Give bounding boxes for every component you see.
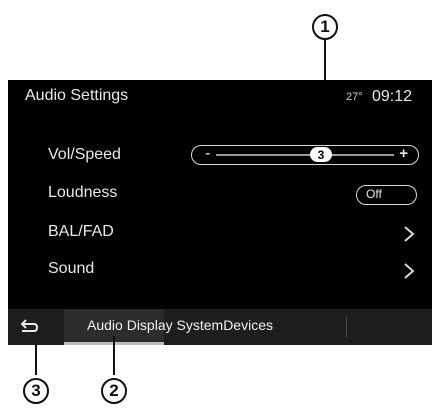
- chevron-right-icon[interactable]: [402, 225, 416, 243]
- decrease-button[interactable]: -: [205, 145, 210, 163]
- increase-button[interactable]: +: [399, 145, 408, 162]
- loudness-toggle[interactable]: Off: [356, 185, 417, 205]
- callout-3: 3: [23, 378, 49, 404]
- tab-display[interactable]: Display: [127, 317, 173, 333]
- callout-3-leader: [35, 345, 37, 375]
- callout-2: 2: [101, 378, 127, 404]
- bottom-tab-bar: Audio Display SystemDevices: [8, 309, 432, 345]
- chevron-right-icon[interactable]: [402, 262, 416, 280]
- tab-system[interactable]: System: [177, 317, 224, 333]
- callout-2-leader: [113, 336, 115, 375]
- tab-audio[interactable]: Audio: [87, 317, 123, 333]
- tab-devices[interactable]: Devices: [223, 317, 273, 333]
- tab-labels: Audio Display SystemDevices: [87, 317, 273, 333]
- sound-label[interactable]: Sound: [48, 260, 94, 278]
- slider-knob[interactable]: 3: [310, 147, 332, 162]
- loudness-label: Loudness: [48, 184, 118, 201]
- clock: 09:12: [372, 88, 413, 105]
- slider-track: [216, 154, 394, 156]
- bal-fad-label[interactable]: BAL/FAD: [48, 223, 114, 241]
- callout-1: 1: [312, 14, 338, 40]
- return-arrow-icon[interactable]: [16, 317, 42, 339]
- vol-speed-label: Vol/Speed: [48, 146, 121, 163]
- outside-temperature: 27°: [346, 91, 363, 103]
- vol-speed-slider[interactable]: - 3 +: [191, 145, 419, 165]
- page-title: Audio Settings: [25, 87, 129, 104]
- head-unit-screen: Audio Settings 27° 09:12 Vol/Speed - 3 +…: [8, 80, 432, 345]
- tab-separator: [346, 316, 347, 338]
